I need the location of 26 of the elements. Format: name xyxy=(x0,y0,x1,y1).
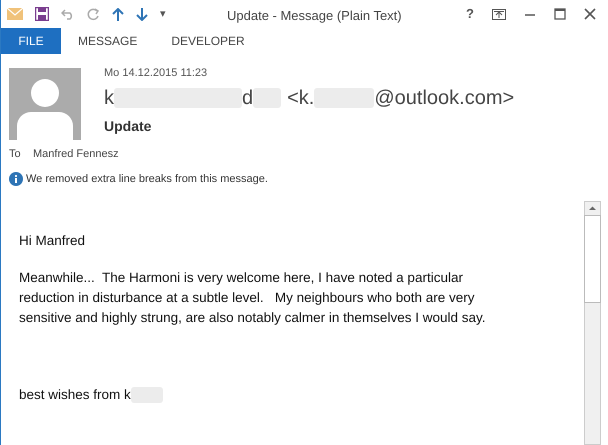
maximize-icon[interactable] xyxy=(554,8,566,20)
date-text: Mo 14.12.2015 11:23 xyxy=(104,66,208,80)
save-icon[interactable] xyxy=(35,7,49,21)
sender-text: @outlook.com> xyxy=(374,86,514,111)
customize-menu[interactable]: ▾ xyxy=(160,6,166,22)
sender-text: k xyxy=(104,86,114,111)
info-icon xyxy=(9,172,23,186)
help-button[interactable]: ? xyxy=(466,4,474,24)
message-paragraph: Hi Manfred xyxy=(19,232,86,250)
close-icon[interactable] xyxy=(584,8,596,20)
to-label: To xyxy=(9,147,22,162)
window-title: Update - Message (Plain Text) xyxy=(227,7,402,25)
subject-text: Update xyxy=(104,117,152,136)
ribbon-tab[interactable]: FILE xyxy=(1,28,61,54)
sender-text: <k. xyxy=(287,86,314,111)
sender-text: d xyxy=(242,86,254,111)
avatar-icon xyxy=(9,68,81,140)
scrollbar[interactable] xyxy=(584,201,601,445)
up-arrow-icon[interactable] xyxy=(112,8,124,20)
recipient-name: Manfred Fennesz xyxy=(33,147,119,162)
ribbon-display-icon[interactable] xyxy=(492,8,506,20)
info-message: We removed extra line breaks from this message. xyxy=(26,172,268,186)
message-paragraph: best wishes from k xyxy=(19,386,131,404)
scroll-thumb[interactable] xyxy=(584,215,601,303)
down-arrow-icon[interactable] xyxy=(136,8,148,20)
message-paragraph: Meanwhile... The Harmoni is very welcome here, I have noted a particular reduction in disturbance at a subtle level. My neighbours who both are very sensitive and highly strung, are also notably calmer in themselves I would say. xyxy=(19,269,486,327)
